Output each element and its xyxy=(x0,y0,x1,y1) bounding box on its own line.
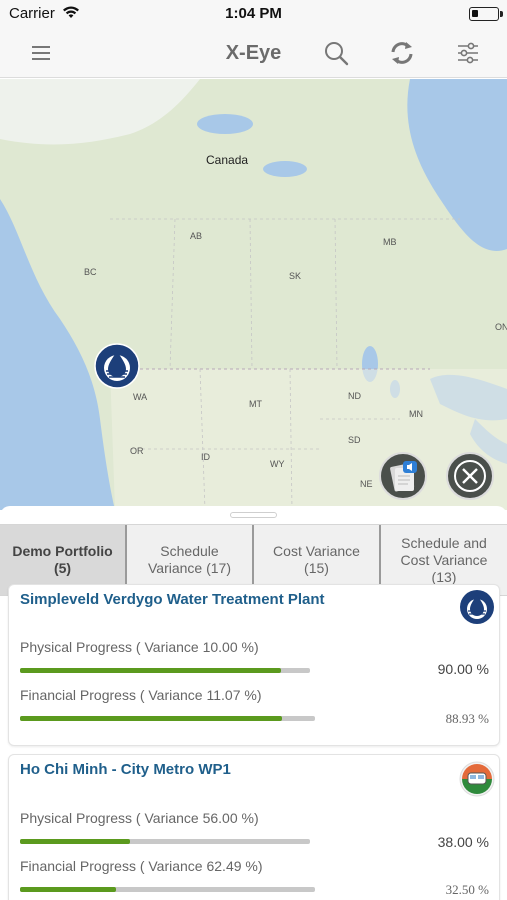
page-title: X-Eye xyxy=(225,42,282,64)
metro-train-icon xyxy=(459,761,495,797)
physical-progress-bar xyxy=(20,839,310,844)
project-title: Ho Chi Minh - City Metro WP1 xyxy=(20,761,231,778)
refresh-button[interactable] xyxy=(387,38,417,68)
map-label-mn: MN xyxy=(409,409,423,419)
project-sheet: Demo Portfolio (5) Schedule Variance (17… xyxy=(0,506,507,900)
map-label-sk: SK xyxy=(289,271,302,281)
physical-progress-fill xyxy=(20,839,131,844)
physical-progress-value: 90.00 % xyxy=(437,661,489,677)
status-bar: Carrier 1:04 PM xyxy=(0,0,507,28)
financial-progress-label: Financial Progress ( Variance 11.07 %) xyxy=(20,687,262,703)
map-label-sd: SD xyxy=(348,435,361,445)
financial-progress-value: 88.93 % xyxy=(445,711,489,726)
financial-progress-value: 32.50 % xyxy=(445,882,489,897)
physical-progress-value: 38.00 % xyxy=(437,834,489,850)
map-label-nd: ND xyxy=(348,391,361,401)
map-label-wy: WY xyxy=(270,459,285,469)
map-label-canada: Canada xyxy=(206,153,249,167)
refresh-icon xyxy=(391,42,413,64)
physical-progress-label: Physical Progress ( Variance 56.00 %) xyxy=(20,810,259,826)
filter-button[interactable] xyxy=(453,38,483,68)
close-icon xyxy=(454,460,486,492)
tab-label: Cost Variance (15) xyxy=(273,543,360,576)
tab-label: Demo Portfolio (5) xyxy=(12,543,113,576)
financial-progress-bar xyxy=(20,887,315,892)
financial-progress-label: Financial Progress ( Variance 62.49 %) xyxy=(20,858,263,874)
close-button[interactable] xyxy=(446,452,494,500)
battery-icon xyxy=(469,7,503,21)
water-drop-icon xyxy=(460,590,494,624)
financial-progress-fill xyxy=(20,887,116,892)
status-time: 1:04 PM xyxy=(225,5,282,22)
audio-document-icon xyxy=(390,461,417,492)
nav-bar: X-Eye xyxy=(0,28,507,78)
physical-progress-bar xyxy=(20,668,310,673)
financial-progress-bar xyxy=(20,716,315,721)
map-label-bc: BC xyxy=(84,267,97,277)
battery-nub xyxy=(500,11,503,17)
filter-icon xyxy=(458,42,478,64)
map-label-mb: MB xyxy=(383,237,397,247)
map-label-on: ON xyxy=(495,322,507,332)
financial-progress-fill xyxy=(20,716,283,721)
map-label-id: ID xyxy=(201,452,210,462)
search-icon xyxy=(325,42,349,66)
battery-level xyxy=(472,10,478,17)
physical-progress-label: Physical Progress ( Variance 10.00 %) xyxy=(20,639,259,655)
tab-label: Schedule and Cost Variance (13) xyxy=(400,534,488,585)
project-title: Simpleveld Verdygo Water Treatment Plant xyxy=(20,591,325,608)
map-background xyxy=(0,79,507,510)
map-label-ab: AB xyxy=(190,231,203,241)
map-pin[interactable] xyxy=(94,343,140,389)
audio-report-button[interactable] xyxy=(379,452,427,500)
physical-progress-fill xyxy=(20,668,281,673)
project-card[interactable]: Ho Chi Minh - City Metro WP1 Physical Pr… xyxy=(8,754,500,900)
map-label-ne: NE xyxy=(360,479,373,489)
water-drop-icon xyxy=(94,343,140,389)
sheet-handle[interactable] xyxy=(230,512,277,518)
tab-label: Schedule Variance (17) xyxy=(147,543,231,576)
map-label-wa: WA xyxy=(133,392,148,402)
map-label-mt: MT xyxy=(249,399,262,409)
map-view[interactable]: Canada AB MB BC SK ON WA MT ND MN OR ID … xyxy=(0,79,507,510)
search-button[interactable] xyxy=(321,38,351,68)
project-card[interactable]: Simpleveld Verdygo Water Treatment Plant… xyxy=(8,584,500,746)
map-label-or: OR xyxy=(130,446,144,456)
